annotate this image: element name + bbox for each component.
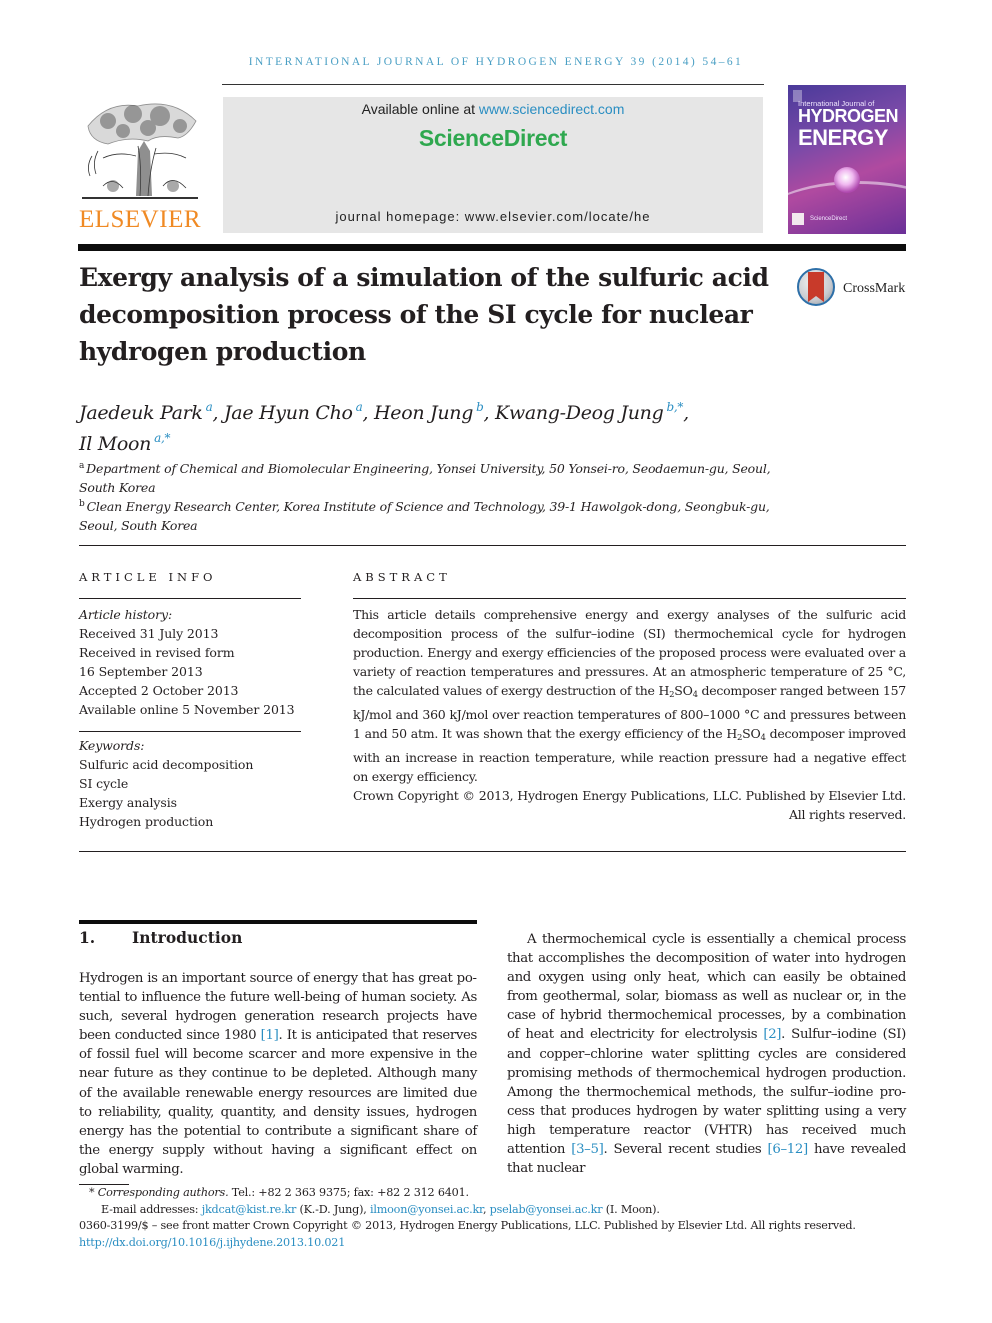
email-link[interactable]: ilmoon@yonsei.ac.kr <box>370 1203 483 1216</box>
author-affiliation-mark[interactable]: b,* <box>666 400 683 414</box>
crossmark-label: CrossMark <box>843 281 906 296</box>
abstract-panel: ABSTRACT This article details comprehens… <box>353 570 906 824</box>
affiliation-divider <box>79 545 906 546</box>
email-link[interactable]: pselab@yonsei.ac.kr <box>490 1203 603 1216</box>
masthead-box: Available online at www.sciencedirect.co… <box>223 97 763 233</box>
body-paragraph: A thermochemical cycle is essentially a … <box>507 932 906 1177</box>
masthead-top-rule <box>222 84 764 86</box>
section-heading: 1. Introduction <box>79 928 242 947</box>
article-title: Exergy analysis of a simulation of the s… <box>79 263 769 366</box>
citation-link[interactable]: [3–5] <box>571 1142 604 1157</box>
email-note: E-mail addresses: jkdcat@kist.re.kr (K.-… <box>101 1202 660 1216</box>
keyword[interactable]: SI cycle <box>79 774 301 793</box>
history-item: Available online 5 November 2013 <box>79 702 295 717</box>
article-info-panel: ARTICLE INFO Article history: Received 3… <box>79 570 301 831</box>
corresponding-author-note: * Corresponding authors. Tel.: +82 2 363… <box>89 1186 469 1199</box>
issn-copyright-line: 0360-3199/$ – see front matter Crown Cop… <box>79 1219 856 1232</box>
available-online-line: Available online at www.sciencedirect.co… <box>223 101 763 117</box>
cover-sciencedirect-label: ScienceDirect <box>810 216 848 222</box>
history-item: 16 September 2013 <box>79 664 203 679</box>
author[interactable]: Heon Jung b <box>374 400 484 424</box>
section-title: Introduction <box>132 928 243 947</box>
section-heading-bar <box>79 920 477 924</box>
section-number: 1. <box>79 928 96 947</box>
author-affiliation-mark[interactable]: a,* <box>154 431 170 445</box>
front-matter-divider <box>79 851 906 852</box>
running-head: INTERNATIONAL JOURNAL OF HYDROGEN ENERGY… <box>248 56 744 68</box>
journal-cover-image[interactable]: International Journal of HYDROGEN ENERGY… <box>788 85 906 234</box>
footnotes: * Corresponding authors. Tel.: +82 2 363… <box>79 1185 909 1251</box>
keyword[interactable]: Sulfuric acid decomposition <box>79 755 301 774</box>
keywords-rule <box>79 731 301 732</box>
sciencedirect-logo[interactable]: ScienceDirect <box>223 125 763 152</box>
cover-publisher-mark <box>792 213 804 225</box>
article-info-rule <box>79 598 301 599</box>
history-item: Received in revised form <box>79 645 235 660</box>
author-affiliation-mark[interactable]: a <box>356 400 363 414</box>
cover-title-energy: ENERGY <box>798 125 888 150</box>
author-affiliation-mark[interactable]: a <box>206 400 213 414</box>
crossmark-button[interactable]: CrossMark <box>797 266 912 310</box>
author[interactable]: Kwang-Deog Jung b,* <box>495 400 683 424</box>
available-online-label: Available online at <box>361 101 479 117</box>
chem-formula: H2SO4 <box>658 683 698 700</box>
affiliation-b: b Clean Energy Research Center, Korea Ins… <box>79 499 770 533</box>
header-thick-rule <box>78 244 906 251</box>
keywords-label: Keywords: <box>79 738 145 753</box>
author[interactable]: Jae Hyun Cho a <box>224 400 363 424</box>
email-link[interactable]: jkdcat@kist.re.kr <box>202 1203 297 1216</box>
citation-link[interactable]: [2] <box>763 1027 781 1042</box>
history-item: Accepted 2 October 2013 <box>79 683 239 698</box>
article-info-heading: ARTICLE INFO <box>79 570 217 584</box>
affiliation-a: a Department of Chemical and Biomolecular… <box>79 461 771 495</box>
sciencedirect-link[interactable]: www.sciencedirect.com <box>479 101 625 117</box>
doi-link[interactable]: http://dx.doi.org/10.1016/j.ijhydene.201… <box>79 1235 909 1252</box>
journal-homepage-link[interactable]: journal homepage: www.elsevier.com/locat… <box>223 209 763 224</box>
author-list: Jaedeuk Park a, Jae Hyun Cho a, Heon Jung b… <box>79 400 689 455</box>
chem-formula: H2SO4 <box>726 726 766 743</box>
abstract-heading: ABSTRACT <box>353 570 451 584</box>
citation-link[interactable]: [1] <box>261 1028 279 1043</box>
author[interactable]: Il Moon a,* <box>79 431 170 455</box>
elsevier-wordmark: ELSEVIER <box>78 206 202 233</box>
elsevier-logo[interactable]: ELSEVIER <box>78 96 202 236</box>
citation-link[interactable]: [6–12] <box>768 1142 809 1157</box>
author[interactable]: Jaedeuk Park a <box>79 400 213 424</box>
keyword[interactable]: Exergy analysis <box>79 793 301 812</box>
history-label: Article history: <box>79 607 173 622</box>
cover-orb-graphic <box>834 167 860 193</box>
abstract-text: This article details comprehensive energ… <box>353 607 907 784</box>
keyword[interactable]: Hydrogen production <box>79 812 301 831</box>
elsevier-tree-icon <box>82 103 198 199</box>
abstract-copyright: Crown Copyright © 2013, Hydrogen Energy … <box>353 788 906 822</box>
abstract-rule <box>353 598 906 599</box>
body-paragraph: Hydrogen is an important source of energ… <box>79 971 478 1177</box>
history-item: Received 31 July 2013 <box>79 626 219 641</box>
cover-title-hydrogen: HYDROGEN <box>798 106 899 126</box>
